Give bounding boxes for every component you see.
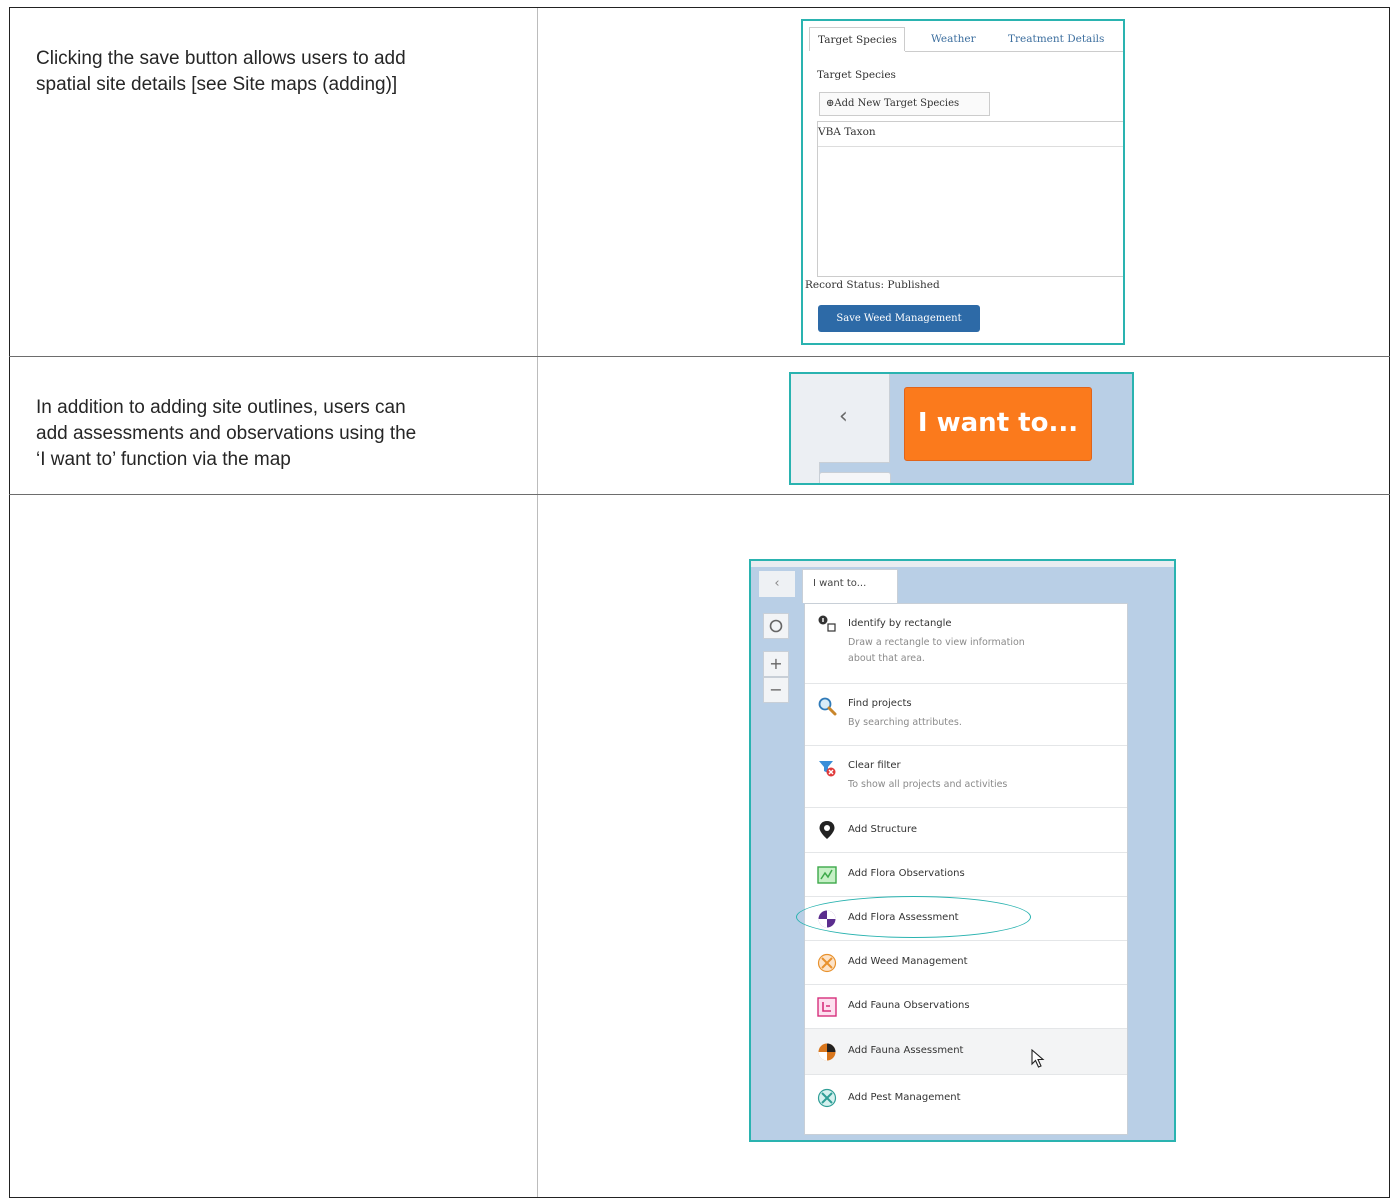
menu-item-title: Find projects [848,698,912,709]
mouse-cursor-icon [1031,1049,1045,1068]
i-want-to-screenshot: ‹ I want to... [789,372,1134,485]
text-line: spatial site details [see Site maps (add… [36,74,398,95]
menu-item-identify-by-rectangle[interactable]: Identify by rectangle Draw a rectangle t… [805,604,1127,684]
menu-item-title: Add Structure [848,824,918,835]
menu-item-subtitle: To show all projects and activities [848,779,1008,790]
top-strip [751,561,1174,567]
save-weed-management-button[interactable]: Save Weed Management [818,305,980,332]
section-label: Target Species [817,69,896,81]
menu-item-title: Add Flora Observations [848,868,965,879]
column-divider [537,8,538,1197]
target-species-screenshot: Target Species Weather Treatment Details… [801,19,1125,345]
tab-target-species[interactable]: Target Species [809,27,905,51]
i-want-to-menu: Identify by rectangle Draw a rectangle t… [804,603,1128,1135]
tab-weather[interactable]: Weather [931,27,976,51]
menu-item-title: Add Weed Management [848,956,968,967]
menu-item-add-weed-management[interactable]: Add Weed Management [805,941,1127,985]
map-pin-icon [819,821,835,839]
text-line: add assessments and observations using t… [36,423,417,444]
menu-item-add-structure[interactable]: Add Structure [805,808,1127,853]
row2-description: In addition to adding site outlines, use… [36,395,416,473]
flora-observation-icon [817,866,837,884]
fauna-observation-icon [817,997,837,1017]
row-divider [9,494,1390,495]
menu-item-find-projects[interactable]: Find projects By searching attributes. [805,684,1127,746]
target-species-table: VBA Taxon [817,121,1123,277]
zoom-in-button[interactable]: + [763,651,789,677]
zoom-out-button[interactable]: − [763,677,789,703]
menu-item-clear-filter[interactable]: Clear filter To show all projects and ac… [805,746,1127,808]
map-control[interactable] [819,472,891,483]
chevron-left-icon[interactable]: ‹ [759,571,795,597]
column-header-vba-taxon: VBA Taxon [818,126,876,138]
menu-item-title: Add Fauna Observations [848,1000,970,1011]
menu-item-subtitle: Draw a rectangle to view information [848,637,1025,648]
identify-icon [818,615,836,632]
weed-management-icon [817,953,837,973]
tab-i-want-to[interactable]: I want to... [802,569,898,603]
fauna-assessment-icon [818,1043,836,1061]
clear-filter-icon [819,761,836,777]
collapse-panel[interactable]: ‹ [791,374,890,463]
menu-item-add-flora-observations[interactable]: Add Flora Observations [805,853,1127,897]
menu-item-add-pest-management[interactable]: Add Pest Management [805,1075,1127,1123]
row-divider [9,356,1390,357]
menu-item-subtitle: about that area. [848,653,925,664]
pest-management-icon [817,1088,837,1108]
i-want-to-button[interactable]: I want to... [904,387,1092,461]
sidebar-strip [791,462,820,483]
document-table [9,7,1390,1198]
record-status: Record Status: Published [805,279,940,291]
i-want-to-menu-screenshot: ‹ I want to... + − Identify by rectangle… [749,559,1176,1142]
tab-underline [905,51,1123,52]
magnifier-icon [818,697,837,716]
locate-icon [769,619,783,633]
menu-item-add-fauna-assessment[interactable]: Add Fauna Assessment [805,1029,1127,1075]
menu-item-subtitle: By searching attributes. [848,717,962,728]
chevron-left-icon: ‹ [839,404,848,429]
tab-treatment-details[interactable]: Treatment Details [1008,27,1104,51]
highlight-ellipse [796,896,1031,938]
text-line: ‘I want to’ function via the map [36,449,291,470]
row1-description: Clicking the save button allows users to… [36,46,406,98]
locate-button[interactable] [763,613,789,639]
menu-item-add-fauna-observations[interactable]: Add Fauna Observations [805,985,1127,1029]
menu-item-title: Identify by rectangle [848,618,952,629]
text-line: Clicking the save button allows users to… [36,48,406,69]
menu-item-title: Add Pest Management [848,1092,961,1103]
text-line: In addition to adding site outlines, use… [36,397,406,418]
add-target-species-button[interactable]: ⊕Add New Target Species [819,92,990,116]
menu-item-title: Clear filter [848,760,901,771]
menu-item-title: Add Fauna Assessment [848,1045,964,1056]
